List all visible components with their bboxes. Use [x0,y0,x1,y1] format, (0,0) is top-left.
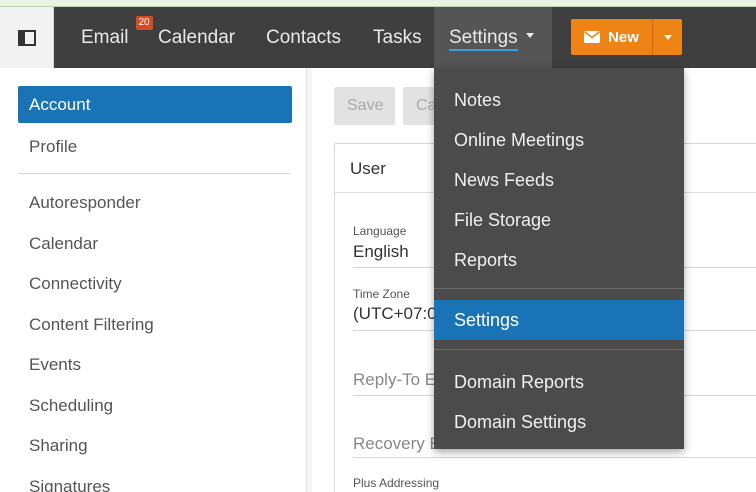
menu-item-reports[interactable]: Reports [434,240,684,280]
email-unread-badge: 20 [135,16,153,30]
recovery-underline [353,457,756,458]
menu-item-online-meetings[interactable]: Online Meetings [434,120,684,160]
sidebar-item-scheduling[interactable]: Scheduling [18,387,292,424]
menu-item-domain-reports[interactable]: Domain Reports [434,362,684,402]
menu-divider [434,349,684,350]
sidebar-item-profile[interactable]: Profile [18,128,292,165]
menu-item-news-feeds[interactable]: News Feeds [434,160,684,200]
nav-settings-label: Settings [449,27,518,51]
sidebar-toggle-icon [17,29,36,46]
sidebar-toggle-button[interactable] [0,7,54,68]
sidebar-item-sharing[interactable]: Sharing [18,427,292,464]
nav-email-label: Email [81,27,129,48]
envelope-icon [584,31,601,43]
menu-item-file-storage[interactable]: File Storage [434,200,684,240]
menu-item-domain-settings[interactable]: Domain Settings [434,402,684,442]
top-navbar: Email 20 Calendar Contacts Tasks Setting… [0,7,756,68]
language-label: Language [353,224,407,238]
save-button[interactable]: Save [334,87,395,125]
nav-email[interactable]: Email 20 [81,7,153,68]
sidebar-item-signatures[interactable]: Signatures [18,468,292,492]
sidebar-item-content-filtering[interactable]: Content Filtering [18,306,292,343]
timezone-select[interactable]: (UTC+07:00 [353,304,446,324]
language-select[interactable]: English [353,242,409,262]
new-button-group: New [571,19,682,55]
menu-item-notes[interactable]: Notes [434,80,684,120]
nav-tasks[interactable]: Tasks [373,7,422,68]
sidebar-item-calendar[interactable]: Calendar [18,225,292,262]
chevron-down-icon [525,33,534,39]
sidebar-item-connectivity[interactable]: Connectivity [18,265,292,302]
new-button-label: New [608,28,639,46]
menu-divider [434,288,684,289]
sidebar-item-autoresponder[interactable]: Autoresponder [18,184,292,221]
new-dropdown-button[interactable] [652,19,682,55]
nav-calendar[interactable]: Calendar [158,7,235,68]
nav-settings[interactable]: Settings [434,7,552,68]
new-button[interactable]: New [571,19,652,55]
sidebar-item-account[interactable]: Account [18,86,292,123]
chevron-down-icon [663,34,672,40]
sidebar-item-events[interactable]: Events [18,346,292,383]
settings-dropdown-menu: Notes Online Meetings News Feeds File St… [434,68,684,449]
window-top-strip [0,0,756,7]
timezone-label: Time Zone [353,287,410,301]
nav-contacts[interactable]: Contacts [266,7,341,68]
sidebar-divider [18,173,290,174]
settings-sidebar: Account Profile Autoresponder Calendar C… [0,68,312,492]
plus-addressing-label: Plus Addressing [353,476,440,490]
menu-item-settings[interactable]: Settings [434,300,684,340]
